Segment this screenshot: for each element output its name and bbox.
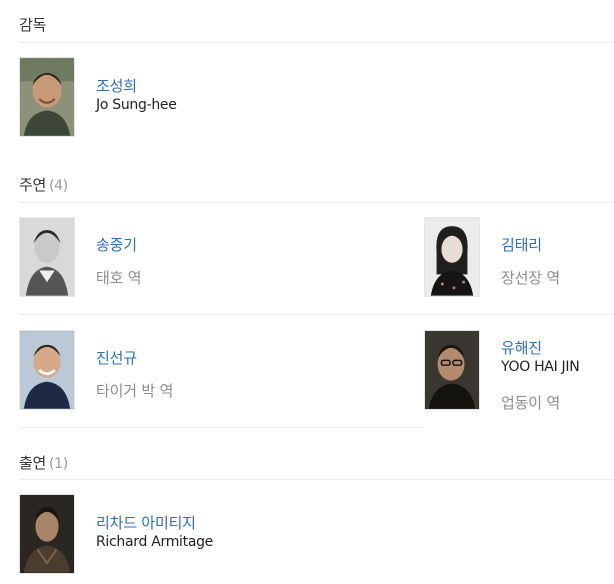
divider-lead-end	[19, 427, 424, 428]
person-photo[interactable]	[19, 57, 75, 137]
person-photo[interactable]	[424, 217, 480, 297]
person-photo[interactable]	[19, 217, 75, 297]
section-title-director: 감독	[19, 14, 46, 35]
divider-supporting	[19, 479, 614, 480]
actor-portrait-icon	[20, 331, 74, 409]
person-role: 태호 역	[96, 269, 142, 287]
actor-portrait-icon	[425, 331, 479, 409]
actress-portrait-icon	[425, 218, 479, 296]
divider-lead-row	[19, 314, 614, 315]
section-title-supporting: 출연 (1)	[19, 452, 68, 473]
person-photo[interactable]	[19, 330, 75, 410]
person-name-ko[interactable]: 송중기	[96, 234, 137, 255]
actor-portrait-icon	[20, 218, 74, 296]
person-name-ko[interactable]: 김태리	[501, 234, 542, 255]
person-role: 장선장 역	[501, 269, 560, 287]
person-photo[interactable]	[19, 494, 75, 574]
person-name-en: Jo Sung-hee	[96, 97, 177, 113]
person-name-en: YOO HAI JIN	[501, 359, 580, 375]
divider-lead	[19, 202, 614, 203]
person-name-ko[interactable]: 조성희	[96, 75, 137, 96]
director-portrait-icon	[20, 58, 74, 136]
person-role: 업동이 역	[501, 394, 560, 412]
person-role: 타이거 박 역	[96, 382, 174, 400]
person-name-ko[interactable]: 유해진	[501, 337, 542, 358]
person-name-ko[interactable]: 리차드 아미티지	[96, 512, 196, 533]
person-photo[interactable]	[424, 330, 480, 410]
section-title-lead: 주연 (4)	[19, 174, 68, 195]
section-title-director-label: 감독	[19, 16, 47, 34]
person-name-en: Richard Armitage	[96, 534, 213, 550]
section-count-lead: (4)	[49, 178, 68, 194]
divider-director	[19, 42, 614, 43]
person-name-ko[interactable]: 진선규	[96, 347, 137, 368]
actor-portrait-icon	[20, 495, 74, 573]
section-title-supporting-label: 출연	[19, 454, 47, 472]
section-title-lead-label: 주연	[19, 176, 47, 194]
section-count-supporting: (1)	[49, 456, 68, 472]
